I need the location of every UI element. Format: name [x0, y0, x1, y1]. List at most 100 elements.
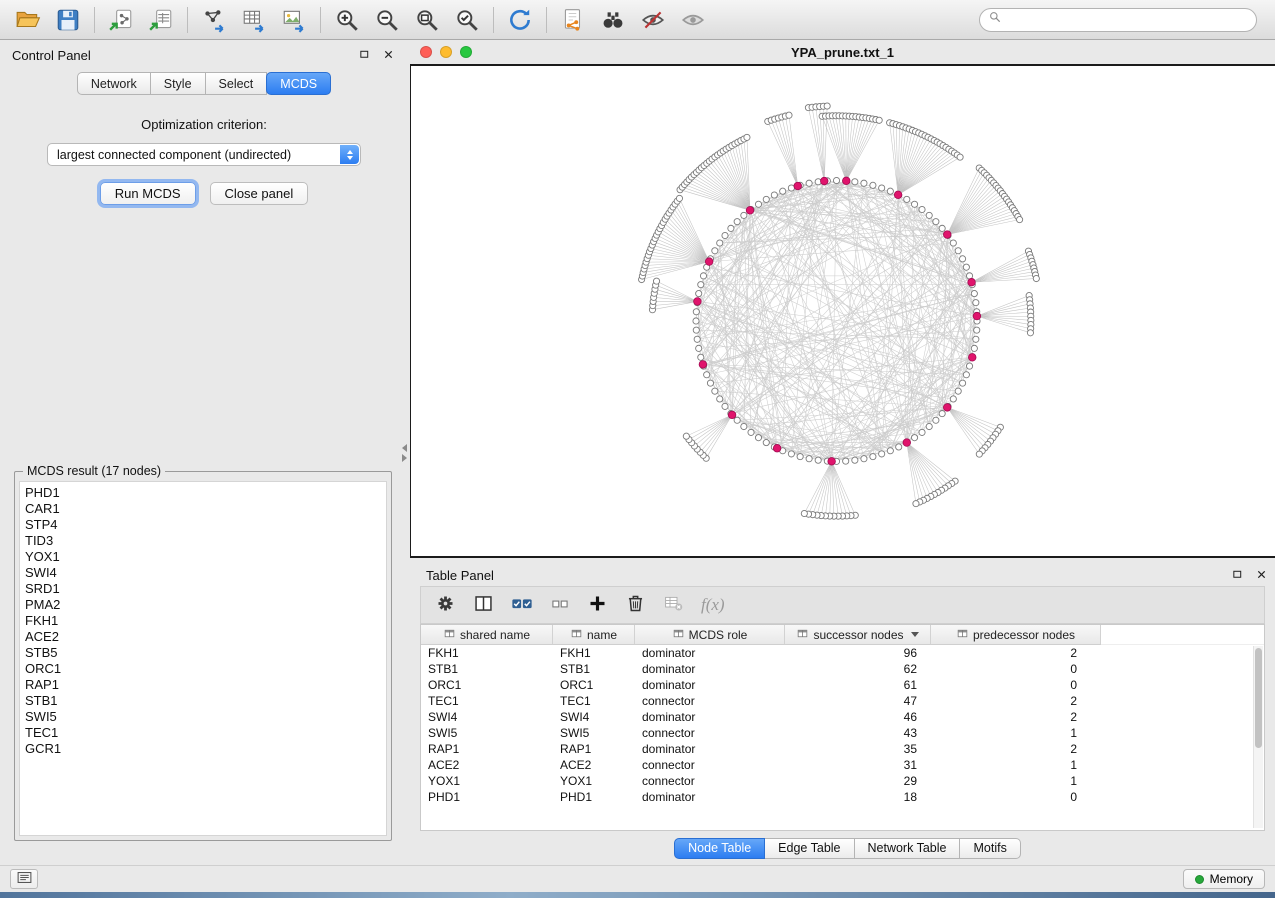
table-cell: dominator — [635, 710, 785, 724]
column-header-mcds-role[interactable]: MCDS role — [635, 625, 785, 645]
mcds-result-item[interactable]: TEC1 — [25, 725, 381, 741]
save-icon — [55, 7, 81, 33]
create-column-button[interactable] — [587, 593, 608, 617]
float-panel-button[interactable] — [356, 47, 372, 63]
table-row[interactable]: YOX1YOX1connector291 — [421, 773, 1264, 789]
selected-criterion: largest connected component (undirected) — [57, 148, 291, 162]
network-canvas[interactable] — [410, 64, 1275, 558]
maximize-window-icon[interactable] — [460, 46, 472, 58]
import-table-button[interactable] — [141, 4, 181, 36]
table-cell: dominator — [635, 678, 785, 692]
table-cell: SWI5 — [421, 726, 553, 740]
export-network-button[interactable] — [194, 4, 234, 36]
column-header-predecessor-nodes[interactable]: predecessor nodes — [931, 625, 1101, 645]
table-row[interactable]: RAP1RAP1dominator352 — [421, 741, 1264, 757]
splitter-handle-icon[interactable] — [402, 444, 407, 462]
memory-button[interactable]: Memory — [1183, 869, 1265, 889]
mcds-result-item[interactable]: CAR1 — [25, 501, 381, 517]
table-cell: TEC1 — [553, 694, 635, 708]
export-document-button[interactable] — [553, 4, 593, 36]
mcds-result-item[interactable]: STP4 — [25, 517, 381, 533]
zoom-selected-button[interactable] — [447, 4, 487, 36]
tab-select[interactable]: Select — [206, 72, 268, 95]
export-table-button[interactable] — [234, 4, 274, 36]
tab-network[interactable]: Network — [77, 72, 151, 95]
scrollbar-thumb[interactable] — [1255, 648, 1262, 748]
table-row[interactable]: SWI5SWI5connector431 — [421, 725, 1264, 741]
mcds-result-item[interactable]: FKH1 — [25, 613, 381, 629]
deselect-all-columns-button[interactable] — [550, 594, 570, 617]
mcds-result-item[interactable]: RAP1 — [25, 677, 381, 693]
column-label: name — [587, 628, 617, 642]
save-session-button[interactable] — [48, 4, 88, 36]
show-panels-button[interactable] — [10, 869, 38, 889]
table-row[interactable]: SWI4SWI4dominator462 — [421, 709, 1264, 725]
main-area: Control Panel Network Style Select MCDS … — [0, 40, 1275, 865]
zoom-out-icon — [374, 7, 400, 33]
run-mcds-button[interactable]: Run MCDS — [100, 182, 196, 205]
tab-network-table[interactable]: Network Table — [855, 838, 961, 859]
close-table-panel-button[interactable] — [1253, 567, 1269, 583]
delete-column-button[interactable] — [625, 593, 646, 617]
right-column: YPA_prune.txt_1 Table Panel — [410, 40, 1275, 865]
import-network-button[interactable] — [101, 4, 141, 36]
search-icon — [988, 10, 1002, 29]
optimization-criterion-select[interactable]: largest connected component (undirected) — [47, 143, 361, 166]
table-cell: 2 — [931, 694, 1101, 708]
refresh-view-button[interactable] — [500, 4, 540, 36]
close-panel-button[interactable] — [380, 47, 396, 63]
table-row[interactable]: PHD1PHD1dominator180 — [421, 789, 1264, 805]
mcds-result-item[interactable]: TID3 — [25, 533, 381, 549]
column-header-shared-name[interactable]: shared name — [421, 625, 553, 645]
mcds-result-item[interactable]: YOX1 — [25, 549, 381, 565]
show-graphics-details-button[interactable] — [673, 4, 713, 36]
horizontal-splitter[interactable] — [410, 558, 1275, 564]
vertical-splitter[interactable] — [402, 40, 410, 865]
split-panel-button[interactable] — [473, 593, 494, 617]
mcds-result-item[interactable]: STB5 — [25, 645, 381, 661]
mcds-result-item[interactable]: SRD1 — [25, 581, 381, 597]
function-builder-button[interactable]: f(x) — [701, 595, 725, 615]
close-window-icon[interactable] — [420, 46, 432, 58]
mcds-result-item[interactable]: PHD1 — [25, 485, 381, 501]
minimize-window-icon[interactable] — [440, 46, 452, 58]
network-graph[interactable] — [411, 66, 1275, 556]
mcds-result-item[interactable]: ACE2 — [25, 629, 381, 645]
tab-motifs[interactable]: Motifs — [960, 838, 1020, 859]
float-table-panel-button[interactable] — [1229, 567, 1245, 583]
table-settings-button[interactable] — [435, 593, 456, 617]
table-row[interactable]: FKH1FKH1dominator962 — [421, 645, 1264, 661]
table-row[interactable]: STB1STB1dominator620 — [421, 661, 1264, 677]
mcds-result-item[interactable]: GCR1 — [25, 741, 381, 757]
hide-graphics-details-button[interactable] — [633, 4, 673, 36]
column-header-successor-nodes[interactable]: successor nodes — [785, 625, 931, 645]
mcds-result-item[interactable]: ORC1 — [25, 661, 381, 677]
tab-style[interactable]: Style — [151, 72, 206, 95]
select-all-columns-button[interactable] — [511, 593, 533, 618]
mcds-result-item[interactable]: PMA2 — [25, 597, 381, 613]
table-row[interactable]: ORC1ORC1dominator610 — [421, 677, 1264, 693]
delete-table-button[interactable] — [663, 593, 684, 617]
search-network-button[interactable] — [593, 4, 633, 36]
table-row[interactable]: ACE2ACE2connector311 — [421, 757, 1264, 773]
column-header-name[interactable]: name — [553, 625, 635, 645]
mcds-result-item[interactable]: SWI4 — [25, 565, 381, 581]
zoom-in-button[interactable] — [327, 4, 367, 36]
tab-node-table[interactable]: Node Table — [674, 838, 765, 859]
search-input[interactable] — [1007, 13, 1248, 27]
delete-table-icon — [663, 593, 684, 617]
export-image-button[interactable] — [274, 4, 314, 36]
zoom-out-button[interactable] — [367, 4, 407, 36]
tab-edge-table[interactable]: Edge Table — [765, 838, 854, 859]
zoom-fit-button[interactable] — [407, 4, 447, 36]
network-search-box[interactable] — [979, 8, 1257, 32]
mcds-result-item[interactable]: STB1 — [25, 693, 381, 709]
close-panel-action-button[interactable]: Close panel — [210, 182, 309, 205]
mcds-result-list[interactable]: PHD1CAR1STP4TID3YOX1SWI4SRD1PMA2FKH1ACE2… — [19, 481, 387, 836]
table-scrollbar[interactable] — [1253, 646, 1263, 828]
trash-icon — [625, 593, 646, 617]
open-session-button[interactable] — [8, 4, 48, 36]
tab-mcds[interactable]: MCDS — [266, 72, 331, 95]
mcds-result-item[interactable]: SWI5 — [25, 709, 381, 725]
table-row[interactable]: TEC1TEC1connector472 — [421, 693, 1264, 709]
